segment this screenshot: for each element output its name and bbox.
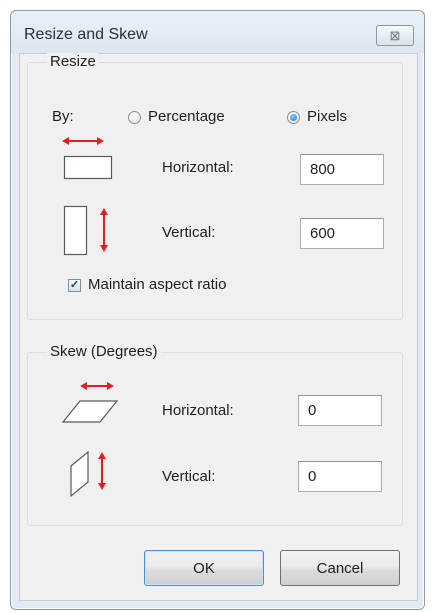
resize-vertical-icon <box>63 205 108 256</box>
maintain-aspect-checkbox[interactable]: ✓ <box>68 279 81 292</box>
resize-horizontal-input[interactable] <box>300 154 384 185</box>
title-bar: Resize and Skew ⊠ <box>11 11 424 53</box>
cancel-button[interactable]: Cancel <box>280 550 400 586</box>
resize-vertical-label: Vertical: <box>162 224 216 241</box>
ok-button-label: OK <box>193 559 215 577</box>
pixels-label[interactable]: Pixels <box>307 108 347 125</box>
maintain-aspect-label[interactable]: Maintain aspect ratio <box>88 276 226 293</box>
resize-group-label: Resize <box>47 53 99 70</box>
skew-vertical-icon <box>70 450 106 498</box>
resize-horizontal-icon <box>62 137 113 180</box>
pixels-radio[interactable] <box>287 111 300 124</box>
skew-group-label: Skew (Degrees) <box>47 343 161 360</box>
skew-vertical-input[interactable] <box>298 461 382 492</box>
skew-vertical-label: Vertical: <box>162 468 216 485</box>
percentage-label[interactable]: Percentage <box>148 108 225 125</box>
cancel-button-label: Cancel <box>316 559 364 577</box>
skew-group: Skew (Degrees) <box>27 343 403 526</box>
resize-vertical-input[interactable] <box>300 218 384 249</box>
close-button[interactable]: ⊠ <box>376 25 414 46</box>
skew-horizontal-input[interactable] <box>298 395 382 426</box>
ok-button[interactable]: OK <box>144 550 264 586</box>
dialog-title: Resize and Skew <box>24 26 148 43</box>
skew-horizontal-icon <box>61 382 119 423</box>
percentage-radio[interactable] <box>128 111 141 124</box>
resize-horizontal-label: Horizontal: <box>162 159 234 176</box>
close-icon: ⊠ <box>389 28 401 43</box>
by-label: By: <box>52 108 74 125</box>
skew-horizontal-label: Horizontal: <box>162 402 234 419</box>
